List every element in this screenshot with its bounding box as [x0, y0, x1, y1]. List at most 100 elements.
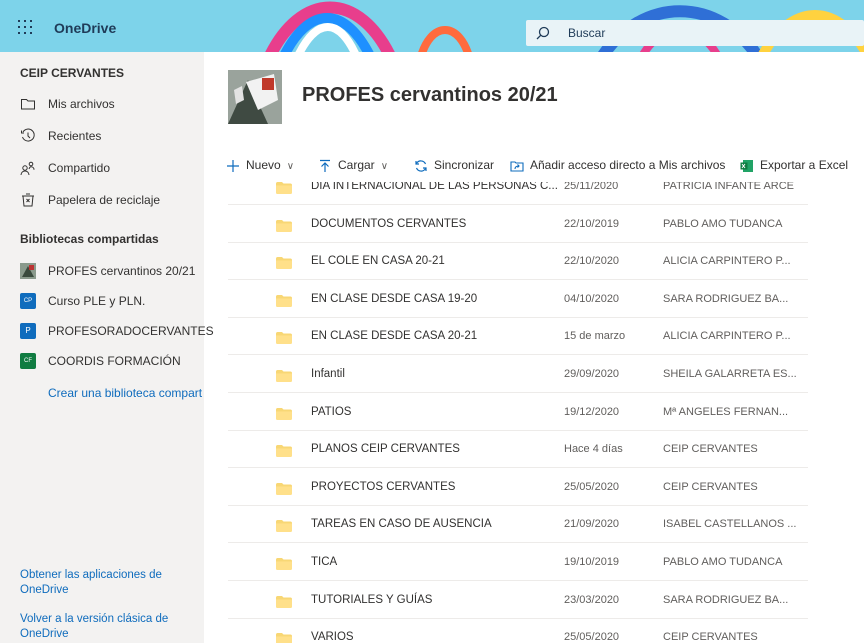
library-profes-cervantinos[interactable]: PROFES cervantinos 20/21 — [0, 256, 204, 286]
library-thumbnail — [228, 70, 282, 124]
app-launcher-icon[interactable] — [18, 20, 32, 34]
file-name[interactable]: DIA INTERNACIONAL DE LAS PERSONAS C... — [311, 182, 558, 192]
library-profesorado[interactable]: P PROFESORADOCERVANTES — [0, 316, 214, 346]
modified-by: CEIP CERVANTES — [663, 443, 758, 456]
search-box[interactable]: Buscar — [526, 20, 864, 46]
file-row[interactable]: PLANOS CEIP CERVANTES Hace 4 días CEIP CER… — [228, 431, 808, 469]
library-photo-icon — [20, 263, 36, 279]
chevron-down-icon: ∨ — [286, 161, 295, 172]
file-row[interactable]: TUTORIALES Y GUÍAS 23/03/2020 SARA RODRIGU… — [228, 582, 808, 619]
file-row[interactable]: PATIOS 19/12/2020 Mª ANGELES FERNAN... — [228, 394, 808, 431]
modified-by: ISABEL CASTELLANOS ... — [663, 518, 797, 531]
file-name[interactable]: EL COLE EN CASA 20-21 — [311, 255, 445, 267]
file-row[interactable]: VARIOS 25/05/2020 CEIP CERVANTES — [228, 619, 808, 643]
top-bar: OneDrive Buscar — [0, 0, 864, 52]
modified-date: 23/03/2020 — [564, 593, 620, 606]
library-badge: P — [20, 323, 36, 339]
left-navigation: CEIP CERVANTES Mis archivos Recientes Co… — [0, 52, 214, 643]
modified-date: 04/10/2020 — [564, 292, 620, 305]
folder-icon — [276, 633, 292, 643]
file-row[interactable]: DOCUMENTOS CERVANTES 22/10/2019 PABLO AMO … — [228, 206, 808, 243]
file-name[interactable]: PROYECTOS CERVANTES — [311, 481, 455, 493]
search-icon — [536, 26, 550, 40]
file-name[interactable]: TUTORIALES Y GUÍAS — [311, 594, 432, 606]
library-coordis[interactable]: CF COORDIS FORMACIÓN — [0, 346, 204, 376]
library-label: PROFES cervantinos 20/21 — [48, 264, 196, 278]
nav-recent[interactable]: Recientes — [0, 120, 204, 152]
new-button[interactable]: Nuevo ∨ — [226, 158, 294, 173]
folder-icon — [276, 332, 292, 345]
modified-by: CEIP CERVANTES — [663, 480, 758, 493]
modified-date: 19/10/2019 — [564, 556, 620, 568]
file-name[interactable]: VARIOS — [311, 631, 354, 643]
command-bar: Nuevo ∨ Cargar ∨ Sincronizar Añadir acceso… — [204, 150, 864, 182]
file-name[interactable]: DOCUMENTOS CERVANTES — [311, 218, 466, 230]
modified-by: Mª ANGELES FERNAN... — [663, 405, 789, 418]
nav-label: Compartido — [48, 161, 111, 175]
get-apps-link[interactable]: Obtener las aplicaciones de OneDrive — [20, 568, 190, 598]
export-excel-label: Exportar a Excel — [760, 158, 849, 172]
file-row[interactable]: TAREAS EN CASO DE AUSENCIA 21/09/2020 ISAB… — [228, 506, 808, 544]
search-placeholder: Buscar — [568, 26, 606, 40]
account-name: CEIP CERVANTES — [20, 66, 125, 80]
folder-icon — [276, 182, 292, 194]
modified-date: 25/05/2020 — [564, 631, 620, 643]
nav-label: Mis archivos — [48, 97, 115, 111]
file-row[interactable]: Infantil 29/09/2020 SHEILA GALARRETA ES... — [228, 356, 808, 393]
file-row[interactable]: TICA 19/10/2019 PABLO AMO TUDANCA — [228, 544, 808, 581]
library-label: COORDIS FORMACIÓN — [48, 354, 181, 368]
file-name[interactable]: PLANOS CEIP CERVANTES — [311, 443, 460, 455]
file-list: DIA INTERNACIONAL DE LAS PERSONAS C... 25… — [228, 182, 808, 643]
file-row[interactable]: PROYECTOS CERVANTES 25/05/2020 CEIP CERVAN… — [228, 469, 808, 506]
file-row[interactable]: EN CLASE DESDE CASA 19-20 04/10/2020 SARA … — [228, 281, 808, 318]
classic-view-link[interactable]: Volver a la versión clásica de OneDrive — [20, 612, 190, 642]
file-name[interactable]: EN CLASE DESDE CASA 20-21 — [311, 330, 477, 342]
nav-my-files[interactable]: Mis archivos — [0, 88, 204, 120]
trash-icon — [22, 193, 34, 207]
nav-recycle-bin[interactable]: Papelera de reciclaje — [0, 184, 204, 216]
file-row[interactable]: EL COLE EN CASA 20-21 22/10/2020 ALICIA CA… — [228, 243, 808, 281]
modified-by: SARA RODRIGUEZ BA... — [663, 292, 789, 305]
library-label: PROFESORADOCERVANTES — [48, 324, 214, 338]
modified-by: PABLO AMO TUDANCA — [663, 217, 783, 230]
file-name[interactable]: EN CLASE DESDE CASA 19-20 — [311, 293, 477, 305]
file-name[interactable]: Infantil — [311, 368, 345, 380]
people-icon — [20, 161, 35, 176]
folder-icon — [276, 407, 292, 420]
file-row[interactable]: EN CLASE DESDE CASA 20-21 15 de marzo ALIC… — [228, 318, 808, 356]
shortcut-icon — [510, 161, 524, 172]
folder-icon — [276, 520, 292, 533]
new-label: Nuevo — [246, 158, 281, 172]
folder-icon — [276, 257, 292, 270]
library-curso-ple[interactable]: CP Curso PLE y PLN. — [0, 286, 204, 316]
upload-button[interactable]: Cargar ∨ — [318, 158, 388, 173]
folder-icon — [276, 294, 292, 307]
modified-by: SARA RODRIGUEZ BA... — [663, 593, 789, 606]
nav-label: Papelera de reciclaje — [48, 193, 161, 207]
file-name[interactable]: TAREAS EN CASO DE AUSENCIA — [311, 518, 492, 530]
create-library-link[interactable]: Crear una biblioteca compart — [48, 386, 204, 400]
folder-icon — [21, 99, 35, 110]
library-title: PROFES cervantinos 20/21 — [302, 84, 558, 106]
nav-shared[interactable]: Compartido — [0, 152, 204, 184]
add-shortcut-button[interactable]: Añadir acceso directo a Mis archivos — [510, 158, 725, 173]
folder-icon — [276, 370, 292, 382]
modified-by: PATRICIA INFANTE ARCE — [663, 182, 795, 192]
file-name[interactable]: TICA — [311, 556, 337, 568]
app-name[interactable]: OneDrive — [54, 20, 116, 36]
export-excel-button[interactable]: Exportar a Excel — [740, 158, 848, 173]
file-name[interactable]: PATIOS — [311, 406, 351, 418]
file-row[interactable]: DIA INTERNACIONAL DE LAS PERSONAS C... 25… — [228, 182, 808, 205]
modified-date: 25/11/2020 — [564, 182, 619, 192]
modified-date: 22/10/2020 — [564, 255, 620, 268]
modified-date: 29/09/2020 — [564, 368, 620, 380]
library-badge: CF — [20, 353, 36, 369]
chevron-down-icon: ∨ — [380, 161, 389, 172]
folder-icon — [276, 445, 292, 458]
sync-button[interactable]: Sincronizar — [414, 158, 494, 173]
modified-by: ALICIA CARPINTERO P... — [663, 255, 791, 268]
add-shortcut-label: Añadir acceso directo a Mis archivos — [530, 158, 726, 172]
folder-icon — [276, 219, 292, 232]
folder-icon — [276, 558, 292, 570]
sync-label: Sincronizar — [434, 158, 495, 172]
